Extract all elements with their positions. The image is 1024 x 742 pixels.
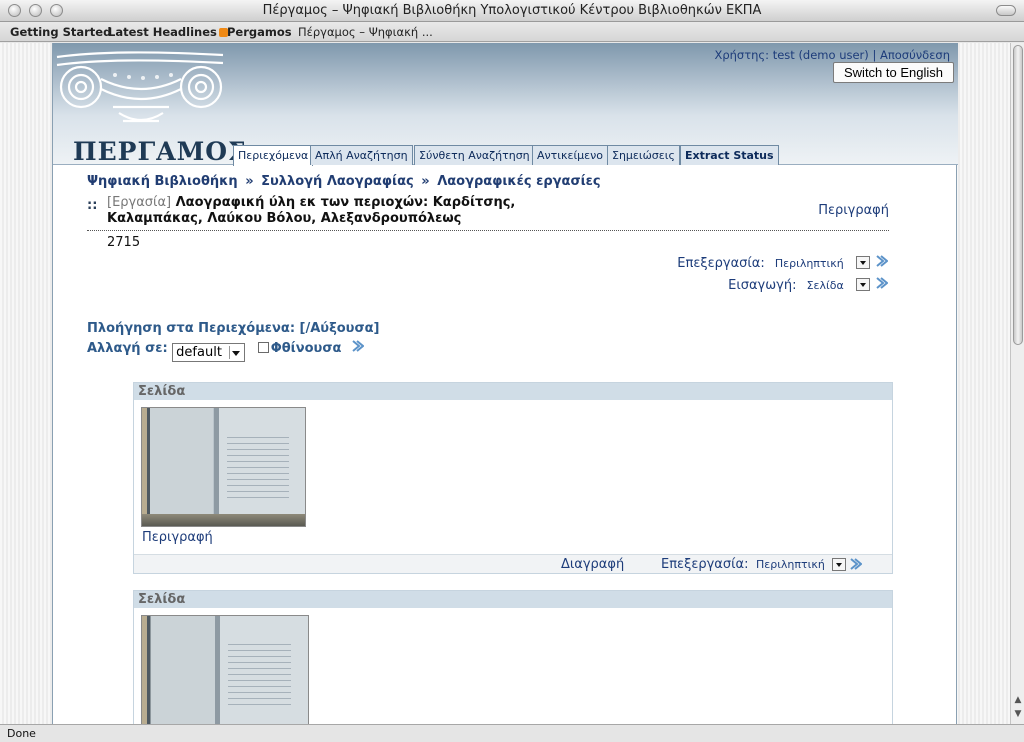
edit-control: Επεξεργασία: Περιληπτική: [677, 254, 888, 271]
window-titlebar: Πέργαμος – Ψηφιακή Βιβλιοθήκη Υπολογιστι…: [0, 0, 1024, 22]
import-control: Εισαγωγή: Σελίδα: [728, 276, 888, 293]
bookmark-getting-started[interactable]: Getting Started: [10, 25, 111, 39]
user-info: Χρήστης: test (demo user) | Αποσύνδεση: [714, 48, 950, 62]
breadcrumb-digital-library[interactable]: Ψηφιακή Βιβλιοθήκη: [87, 174, 238, 189]
page-edit-label: Επεξεργασία:: [661, 557, 749, 572]
page-card: Σελίδα Περιγραφή Διαγραφή Επεξεργασία: Π…: [133, 382, 893, 574]
breadcrumb-folklore-collection[interactable]: Συλλογή Λαογραφίας: [261, 174, 414, 189]
status-bar: Done: [0, 724, 1024, 742]
import-label: Εισαγωγή:: [728, 278, 797, 293]
tab-object[interactable]: Αντικείμενο: [532, 145, 608, 165]
browser-viewport: ΠΕΡΓΑΜΟΣ Χρήστης: test (demo user) | Απο…: [0, 43, 1010, 724]
edit-mode-value[interactable]: Περιληπτική: [775, 257, 844, 270]
record-bullet-icon: ::: [87, 198, 98, 213]
go-arrow-icon[interactable]: [350, 339, 364, 353]
record-title: [Εργασία] Λαογραφική ύλη εκ των περιοχών…: [107, 195, 516, 226]
status-text: Done: [7, 727, 36, 740]
import-mode-dropdown-icon[interactable]: [855, 278, 870, 291]
tab-extract-status[interactable]: Extract Status: [680, 145, 779, 165]
page-thumbnail[interactable]: [141, 615, 309, 724]
user-name-link[interactable]: test (demo user): [773, 48, 869, 62]
descending-checkbox[interactable]: [257, 342, 269, 353]
scroll-down-icon[interactable]: ▼: [1013, 709, 1023, 719]
tab-simple-search[interactable]: Απλή Αναζήτηση: [310, 145, 413, 165]
vertical-scrollbar[interactable]: ▲ ▼: [1010, 43, 1024, 724]
user-label: Χρήστης:: [714, 48, 770, 62]
logout-link[interactable]: Αποσύνδεση: [880, 48, 950, 62]
tab-contents[interactable]: Περιεχόμενα: [233, 145, 314, 166]
page-edit-dropdown-icon[interactable]: [832, 558, 846, 571]
switch-language-button[interactable]: Switch to English: [833, 62, 954, 83]
go-arrow-icon[interactable]: [874, 276, 888, 290]
tab-advanced-search[interactable]: Σύνθετη Αναζήτηση: [414, 145, 535, 165]
toolbar-toggle-icon[interactable]: [996, 5, 1016, 16]
pergamos-logo-text: ΠΕΡΓΑΜΟΣ: [73, 137, 247, 166]
record-header: :: [Εργασία] Λαογραφική ύλη εκ των περιο…: [87, 193, 889, 231]
breadcrumb: Ψηφιακή Βιβλιοθήκη » Συλλογή Λαογραφίας …: [87, 174, 601, 189]
go-arrow-icon[interactable]: [848, 557, 862, 571]
go-arrow-icon[interactable]: [874, 254, 888, 268]
delete-page-link[interactable]: Διαγραφή: [561, 557, 624, 572]
bookmark-latest-headlines[interactable]: Latest Headlines: [108, 25, 228, 39]
browse-contents-label[interactable]: Πλοήγηση στα Περιεχόμενα: [/Αύξουσα]: [87, 321, 379, 336]
page-card-header: Σελίδα: [134, 383, 892, 400]
page-card-footer: Διαγραφή Επεξεργασία: Περιληπτική: [134, 554, 892, 573]
record-description-link[interactable]: Περιγραφή: [818, 203, 889, 218]
bookmarks-bar: Getting Started Latest Headlines Pergamo…: [0, 22, 1024, 42]
breadcrumb-folklore-works[interactable]: Λαογραφικές εργασίες: [437, 174, 600, 189]
page-thumbnail[interactable]: [141, 407, 306, 527]
page-edit-mode-value[interactable]: Περιληπτική: [756, 558, 825, 571]
page-card-header: Σελίδα: [134, 591, 892, 608]
import-mode-value[interactable]: Σελίδα: [807, 279, 844, 292]
record-type: [Εργασία]: [107, 195, 172, 210]
bookmark-pergamos[interactable]: Pergamos: [227, 25, 292, 39]
change-to-label: Αλλαγή σε:: [87, 341, 168, 356]
scrollbar-thumb[interactable]: [1013, 45, 1023, 345]
tab-notes[interactable]: Σημειώσεις: [607, 145, 680, 165]
page-description-link[interactable]: Περιγραφή: [142, 530, 213, 545]
bookmark-pergamos-greek[interactable]: Πέργαμος – Ψηφιακή ...: [298, 25, 433, 39]
edit-label: Επεξεργασία:: [677, 256, 765, 271]
page-container: ΠΕΡΓΑΜΟΣ Χρήστης: test (demo user) | Απο…: [52, 43, 958, 724]
record-number: 2715: [107, 235, 141, 250]
site-header: ΠΕΡΓΑΜΟΣ Χρήστης: test (demo user) | Απο…: [53, 43, 958, 166]
scroll-up-icon[interactable]: ▲: [1013, 695, 1023, 705]
page-card: Σελίδα: [133, 590, 893, 724]
edit-mode-dropdown-icon[interactable]: [855, 256, 870, 269]
descending-label: Φθίνουσα: [270, 341, 342, 356]
sort-select[interactable]: default: [172, 343, 246, 362]
ionic-capital-logo-icon: [56, 51, 224, 123]
window-title: Πέργαμος – Ψηφιακή Βιβλιοθήκη Υπολογιστι…: [262, 3, 762, 18]
sort-change-row: Αλλαγή σε: default Φθίνουσα: [87, 339, 364, 362]
